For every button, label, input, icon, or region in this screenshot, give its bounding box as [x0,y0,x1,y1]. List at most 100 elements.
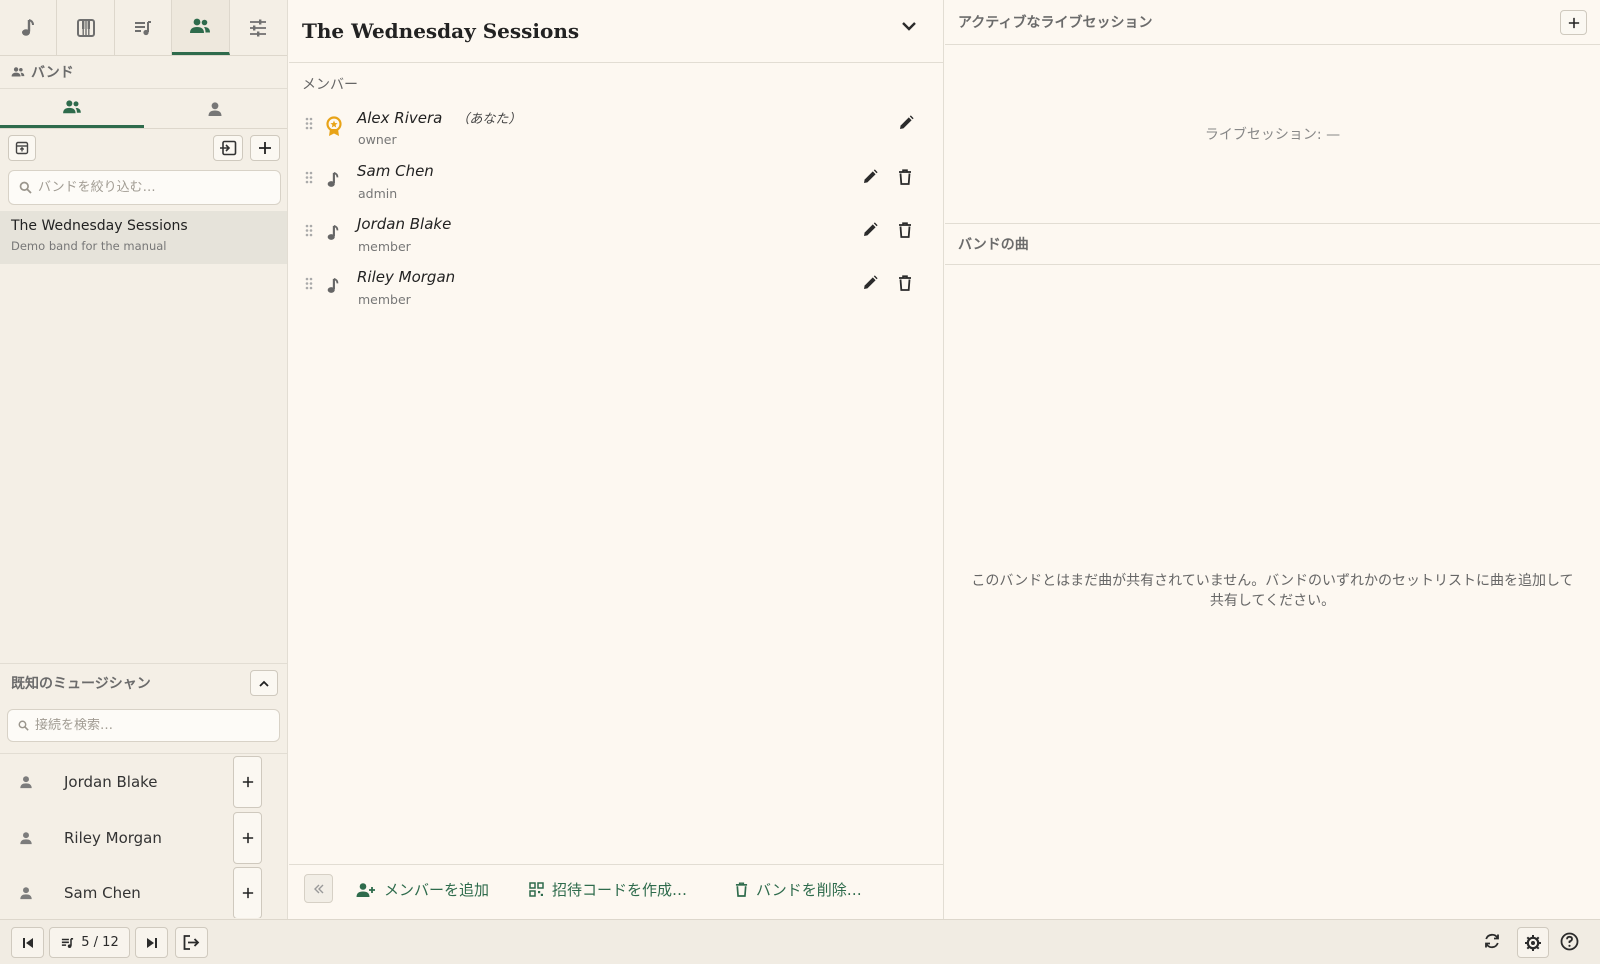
member-role: owner [358,132,397,147]
piano-icon [76,18,95,37]
left-sidebar: バンド The Wednesday Sessions Demo band for… [0,0,288,919]
delete-band-button[interactable]: バンドを削除… [735,879,862,900]
drag-handle-icon[interactable] [305,277,313,290]
live-sessions-header: アクティブなライブセッション [945,0,1600,45]
add-musician-button[interactable] [233,756,262,808]
person-icon [19,831,33,845]
add-musician-button[interactable] [233,812,262,864]
pencil-icon[interactable] [862,169,878,185]
known-musicians-title: 既知のミュージシャン [11,676,151,692]
plus-icon [242,832,253,844]
member-name: Jordan Blake [357,215,452,233]
add-person-icon [356,882,375,897]
connection-search-input[interactable] [35,718,265,733]
connection-search [7,709,280,742]
pencil-icon[interactable] [898,115,914,131]
gear-icon [1525,934,1541,951]
band-list-item[interactable]: The Wednesday Sessions Demo band for the… [0,211,287,264]
section-title: バンド [31,65,74,81]
search-icon [19,181,32,194]
bottom-toolbar: 5 / 12 [0,919,1600,964]
trash-icon[interactable] [898,222,912,238]
add-member-button[interactable]: メンバーを追加 [356,879,489,900]
pencil-icon[interactable] [862,275,878,291]
band-name: The Wednesday Sessions [11,218,188,234]
band-toolbar [0,129,287,167]
double-chevron-left-icon [313,884,323,893]
member-name: Alex Rivera （あなた） [357,108,521,127]
join-band-button[interactable] [213,135,243,161]
tab-settings-sliders[interactable] [230,0,287,55]
band-songs-empty: このバンドとはまだ曲が共有されていません。バンドのいずれかのセットリストに曲を追… [971,573,1574,609]
people-icon [62,100,81,114]
plus-icon [259,142,271,154]
award-icon [325,116,343,138]
exit-button[interactable] [175,927,208,958]
next-song-button[interactable] [135,927,168,958]
setlist-icon [62,937,74,948]
search-icon [18,720,29,731]
add-band-button[interactable] [250,135,280,161]
add-live-session-button[interactable] [1560,10,1587,35]
trash-icon[interactable] [898,169,912,185]
skip-next-icon [146,937,157,948]
trash-icon[interactable] [898,275,912,291]
help-icon[interactable] [1560,932,1579,951]
chevron-up-icon [259,680,269,687]
chevron-down-icon[interactable] [901,21,917,31]
member-row: Alex Rivera （あなた） owner [289,101,944,154]
settings-button[interactable] [1517,927,1549,958]
known-musicians-header: 既知のミュージシャン [0,664,287,702]
band-songs-title: バンドの曲 [958,237,1029,253]
sync-icon[interactable] [1483,932,1501,950]
member-role: admin [358,186,398,201]
music-note-icon [325,276,341,296]
live-sessions-empty: ライブセッション: — [1204,127,1341,143]
archive-button[interactable] [8,135,36,161]
setlist-icon [135,20,152,35]
member-name-text: Alex Rivera [357,109,443,127]
drag-handle-icon[interactable] [305,171,313,184]
tab-keyboard[interactable] [57,0,115,55]
collapse-known-button[interactable] [250,670,278,696]
band-subtabs [0,88,287,129]
subtab-bands[interactable] [0,89,144,128]
drag-handle-icon[interactable] [305,224,313,237]
setlist-position-button[interactable]: 5 / 12 [49,927,130,958]
trash-icon [735,882,748,897]
plus-icon [242,887,253,899]
qr-code-icon [529,882,544,897]
member-row: Sam Chen admin [289,155,944,208]
subtab-musicians[interactable] [144,89,288,128]
tab-setlists[interactable] [115,0,173,55]
create-invite-code-label: 招待コードを作成… [552,881,688,899]
create-invite-code-button[interactable]: 招待コードを作成… [529,879,687,900]
member-role: member [358,292,411,307]
plus-icon [242,776,253,788]
person-icon [19,775,33,789]
previous-song-button[interactable] [11,927,44,958]
people-icon [190,18,211,33]
you-indicator: （あなた） [456,112,522,127]
add-member-label: メンバーを追加 [384,881,490,899]
music-note-icon [325,223,341,243]
band-header: The Wednesday Sessions [289,0,943,63]
musician-name: Sam Chen [64,884,141,902]
person-icon [208,101,222,116]
drag-handle-icon[interactable] [305,117,313,130]
main-nav-tabs [0,0,287,56]
person-icon [19,886,33,900]
music-note-icon [325,170,341,190]
members-label: メンバー [302,77,358,93]
add-musician-button[interactable] [233,867,262,918]
divider [0,753,287,754]
musician-row: Jordan Blake [0,755,287,809]
band-filter-input[interactable] [38,180,268,195]
band-title: The Wednesday Sessions [302,19,580,43]
tab-songs[interactable] [0,0,58,55]
tab-bands[interactable] [172,0,230,55]
delete-band-label: バンドを削除… [756,881,862,899]
pencil-icon[interactable] [862,222,878,238]
collapse-panel-button[interactable] [304,874,333,903]
skip-previous-icon [22,937,33,948]
